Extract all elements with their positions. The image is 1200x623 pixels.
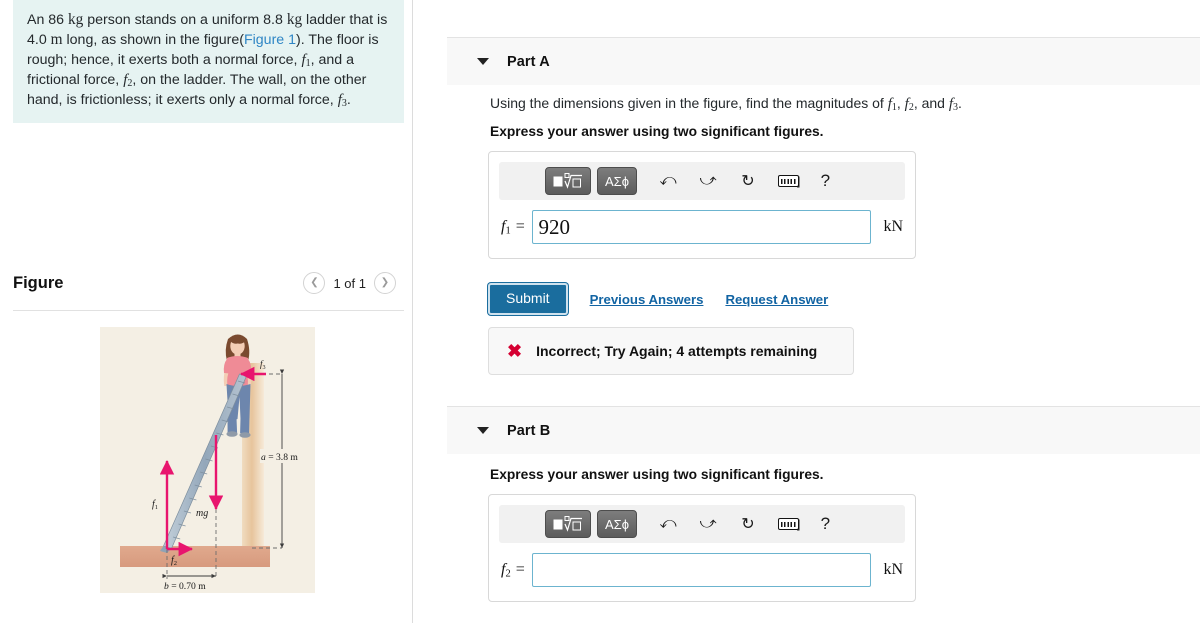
- figure-divider: [13, 310, 404, 311]
- part-a-answer-unit: kN: [883, 218, 903, 235]
- previous-answers-link[interactable]: Previous Answers: [590, 292, 704, 307]
- chevron-left-icon[interactable]: ❮: [303, 272, 326, 294]
- problem-line-1: An 86 kg person stands on a uniform 8.8 …: [27, 11, 388, 28]
- problem-line-4: frictional force, f2, on the ladder. The…: [27, 71, 367, 89]
- square-root-template-icon[interactable]: [545, 510, 591, 538]
- part-a-header[interactable]: Part A: [447, 37, 1200, 85]
- part-b-answer-unit: kN: [883, 561, 903, 578]
- problem-line-5: hand, is frictionless; it exerts only a …: [27, 91, 351, 109]
- problem-statement: An 86 kg person stands on a uniform 8.8 …: [13, 0, 404, 123]
- sqrt-template-glyph: [553, 515, 582, 532]
- part-a-title: Part A: [507, 53, 550, 70]
- submit-button[interactable]: Submit: [488, 283, 568, 316]
- dimension-b-label: b = 0.70 m: [164, 581, 206, 592]
- help-icon[interactable]: ?: [810, 171, 840, 191]
- figure-1-link[interactable]: Figure 1: [244, 32, 296, 48]
- label-mg: mg: [196, 508, 208, 519]
- caret-down-icon[interactable]: [477, 58, 489, 65]
- part-b-title: Part B: [507, 422, 551, 439]
- part-b-answer-input[interactable]: [531, 553, 872, 587]
- part-a-instruction: Express your answer using two significan…: [490, 124, 824, 139]
- greek-symbols-button[interactable]: ΑΣϕ: [597, 167, 637, 195]
- ladder-figure-svg: f3 f1 f2 mg a = 3.8 m b = 0.70 m: [100, 327, 315, 593]
- figure-panel-title: Figure: [13, 274, 64, 292]
- figure-pager: ❮ 1 of 1 ❯: [303, 272, 396, 294]
- greek-symbols-button[interactable]: ΑΣϕ: [597, 510, 637, 538]
- part-a-answer-card: ΑΣϕ ⤺ ⤻ ↻ ] ? f1 = kN: [488, 151, 916, 259]
- undo-arrow-icon[interactable]: ⤺: [653, 172, 683, 190]
- part-b-answer-card: ΑΣϕ ⤺ ⤻ ↻ ] ? f2 = kN: [488, 494, 916, 602]
- floor-shape: [120, 546, 270, 567]
- dimension-a-label: a = 3.8 m: [261, 452, 298, 463]
- part-a-answer-label: f1 =: [501, 217, 526, 237]
- help-icon[interactable]: ?: [810, 514, 840, 534]
- part-a-answer-input[interactable]: [531, 210, 872, 244]
- part-b-header[interactable]: Part B: [447, 406, 1200, 454]
- part-b-instruction: Express your answer using two significan…: [490, 467, 824, 482]
- redo-arrow-icon[interactable]: ⤻: [693, 515, 723, 533]
- problem-line-3: rough; hence, it exerts both a normal fo…: [27, 51, 355, 69]
- part-a-answer-row: f1 = kN: [489, 200, 915, 258]
- undo-arrow-icon[interactable]: ⤺: [653, 515, 683, 533]
- part-b-answer-label: f2 =: [501, 560, 526, 580]
- part-a-question: Using the dimensions given in the figure…: [490, 95, 962, 114]
- part-b-math-toolbar: ΑΣϕ ⤺ ⤻ ↻ ] ?: [499, 505, 905, 543]
- left-panel: An 86 kg person stands on a uniform 8.8 …: [0, 0, 413, 623]
- chevron-right-icon[interactable]: ❯: [374, 272, 396, 294]
- error-x-icon: ✖: [507, 341, 523, 361]
- sqrt-template-glyph: [553, 172, 582, 189]
- part-a-math-toolbar: ΑΣϕ ⤺ ⤻ ↻ ] ?: [499, 162, 905, 200]
- problem-line-2: 4.0 m long, as shown in the figure(Figur…: [27, 31, 379, 49]
- request-answer-link[interactable]: Request Answer: [725, 292, 828, 307]
- figure-panel-header: Figure ❮ 1 of 1 ❯: [13, 272, 404, 304]
- redo-arrow-icon[interactable]: ⤻: [693, 172, 723, 190]
- figure-pager-label: 1 of 1: [333, 275, 366, 291]
- part-b-answer-row: f2 = kN: [489, 543, 915, 601]
- caret-down-icon[interactable]: [477, 427, 489, 434]
- ladder-figure[interactable]: f3 f1 f2 mg a = 3.8 m b = 0.70 m: [100, 327, 315, 593]
- reset-circular-arrow-icon[interactable]: ↻: [733, 514, 763, 534]
- right-panel: Part A Using the dimensions given in the…: [413, 0, 1200, 623]
- problem-page: An 86 kg person stands on a uniform 8.8 …: [0, 0, 1200, 623]
- part-a-actions: Submit Previous Answers Request Answer: [488, 283, 828, 316]
- part-a-feedback-text: Incorrect; Try Again; 4 attempts remaini…: [536, 343, 818, 359]
- square-root-template-icon[interactable]: [545, 167, 591, 195]
- reset-circular-arrow-icon[interactable]: ↻: [733, 171, 763, 191]
- part-a-feedback: ✖ Incorrect; Try Again; 4 attempts remai…: [488, 327, 854, 375]
